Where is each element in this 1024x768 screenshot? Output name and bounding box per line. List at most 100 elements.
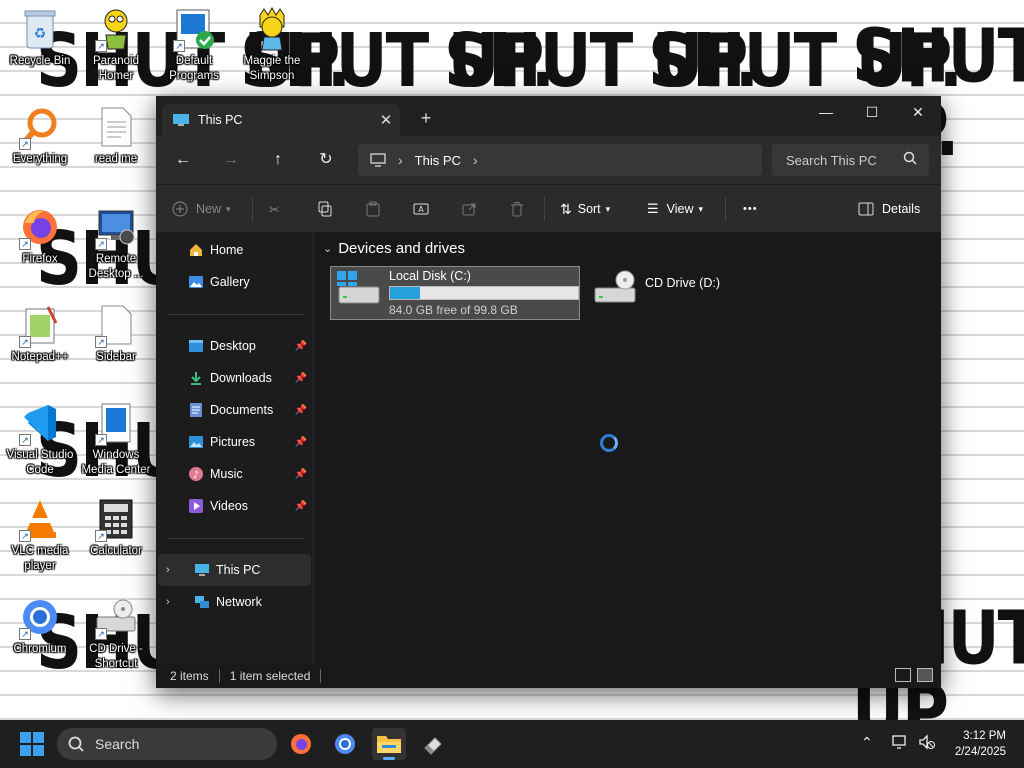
maximize-button[interactable]: ☐ (849, 100, 895, 128)
forward-button[interactable]: → (216, 148, 246, 172)
desktop-icon-label: Notepad++ (11, 351, 69, 363)
drive-item-d[interactable]: CD Drive (D:) (587, 266, 767, 320)
drive-item-c[interactable]: Local Disk (C:) 84.0 GB free of 99.8 GB (330, 266, 580, 320)
file-list-pane[interactable]: ⌄ Devices and drives Local Disk (C:) 84.… (315, 232, 941, 664)
desktop-icon-everything[interactable]: ↗ Everything (0, 104, 80, 167)
windows-logo-icon (33, 732, 44, 743)
sidebar-item-label: Gallery (210, 275, 250, 289)
up-button[interactable]: ↑ (263, 148, 293, 172)
desktop-icon-chromium[interactable]: ↗ Chromium (0, 594, 80, 657)
start-button[interactable] (20, 732, 44, 756)
pin-icon: 📌 (294, 468, 307, 480)
taskbar-chromium[interactable] (328, 728, 362, 760)
more-options-button[interactable]: ••• (743, 197, 758, 221)
close-window-button[interactable]: ✕ (895, 100, 941, 128)
file-explorer-window[interactable]: This PC ✕ + — ☐ ✕ ← → ↑ ↻ › This PC › Se… (156, 96, 941, 688)
shortcut-arrow-icon: ↗ (95, 238, 107, 250)
details-pane-button[interactable]: Details (858, 197, 920, 221)
details-view-icon[interactable] (895, 668, 911, 682)
default-programs-icon: ↗ (171, 6, 217, 52)
view-button[interactable]: ☰ View ▾ (647, 197, 703, 221)
cut-button[interactable]: ✂ (269, 197, 279, 221)
shortcut-arrow-icon: ↗ (95, 336, 107, 348)
desktop-icon-paranoid-homer[interactable]: ↗ Paranoid Homer (76, 6, 156, 84)
desktop-icon-default-programs[interactable]: ↗ Default Programs (154, 6, 234, 84)
desktop-icon-label: Chromium (13, 643, 67, 655)
vlc-icon: ↗ (17, 496, 63, 542)
breadcrumb-this-pc[interactable]: This PC (415, 153, 461, 168)
desktop-icon-label: Calculator (90, 545, 142, 557)
desktop-icon-maggie[interactable]: Maggie the Simpson (232, 6, 312, 84)
desktop-icon-notepadpp[interactable]: ↗ Notepad++ (0, 302, 80, 365)
firefox-icon (291, 734, 311, 754)
details-pane-icon (858, 202, 874, 216)
volume-muted-icon[interactable] (918, 734, 936, 753)
sidebar-item-label: Pictures (210, 435, 256, 449)
minimize-button[interactable]: — (803, 100, 849, 128)
rename-icon: A (413, 203, 429, 215)
sort-button[interactable]: ⇅ Sort ▾ (560, 197, 610, 221)
refresh-button[interactable]: ↻ (311, 148, 341, 172)
desktop-icon-sidebar[interactable]: ↗ Sidebar (76, 302, 156, 365)
chevron-right-icon[interactable]: › (166, 564, 180, 576)
address-bar[interactable]: › This PC › (358, 144, 762, 176)
desktop-icon-vscode[interactable]: ↗ Visual Studio Code (0, 400, 80, 478)
copy-icon (318, 201, 332, 217)
documents-icon (188, 402, 204, 418)
status-divider (218, 669, 220, 683)
desktop-icon-cd-drive-shortcut[interactable]: ↗ CD Drive - Shortcut (76, 594, 156, 672)
taskbar-search[interactable]: Search (57, 728, 277, 760)
sidebar-item-pictures[interactable]: Pictures 📌 (158, 426, 311, 458)
sidebar-item-this-pc[interactable]: › This PC (158, 554, 311, 586)
desktop-icon-firefox[interactable]: ↗ Firefox (0, 204, 80, 267)
chevron-right-icon[interactable]: › (473, 152, 478, 168)
desktop-icon-label: Maggie the Simpson (243, 55, 301, 82)
system-clock[interactable]: 3:12 PM 2/24/2025 (942, 728, 1006, 760)
sidebar-item-gallery[interactable]: Gallery (158, 266, 311, 298)
desktop-icon-label: Firefox (22, 253, 58, 265)
svg-text:♻: ♻ (34, 26, 47, 42)
monitor-icon (370, 153, 386, 167)
desktop-icon-media-center[interactable]: ↗ Windows Media Center (76, 400, 156, 478)
search-box[interactable]: Search This PC (772, 144, 929, 176)
taskbar-firefox[interactable] (284, 728, 318, 760)
sort-icon: ⇅ (560, 200, 572, 217)
sidebar-item-network[interactable]: › Network (158, 586, 311, 618)
sidebar-divider (168, 314, 304, 315)
rename-button[interactable]: A (413, 197, 431, 221)
title-bar[interactable]: This PC ✕ + — ☐ ✕ (156, 96, 941, 136)
taskbar-file-explorer[interactable] (372, 728, 406, 760)
sidebar-item-home[interactable]: Home (158, 234, 311, 266)
search-icon (68, 736, 84, 752)
shortcut-arrow-icon: ↗ (19, 238, 31, 250)
sidebar-item-documents[interactable]: Documents 📌 (158, 394, 311, 426)
paste-button[interactable] (365, 197, 381, 221)
close-tab-button[interactable]: ✕ (372, 111, 400, 129)
back-button[interactable]: ← (168, 148, 198, 172)
new-tab-button[interactable]: + (414, 108, 438, 129)
desktop-icon-vlc[interactable]: ↗ VLC media player (0, 496, 80, 574)
desktop-icon-read-me[interactable]: read me (76, 104, 156, 167)
sidebar-item-label: Videos (210, 499, 248, 513)
desktop-icon-calculator[interactable]: ↗ Calculator (76, 496, 156, 559)
copy-button[interactable] (317, 197, 333, 221)
view-toggle (895, 668, 933, 682)
new-button[interactable]: New ▾ (172, 197, 231, 221)
share-button[interactable] (461, 197, 477, 221)
chevron-right-icon[interactable]: › (166, 596, 180, 608)
desktop-icon-recycle-bin[interactable]: ♻ Recycle Bin (0, 6, 80, 69)
shortcut-arrow-icon: ↗ (19, 628, 31, 640)
tiles-view-icon[interactable] (917, 668, 933, 682)
sidebar-item-videos[interactable]: Videos 📌 (158, 490, 311, 522)
network-status-icon[interactable] (892, 734, 910, 753)
taskbar-eraser-app[interactable] (416, 728, 450, 760)
desktop-icon-remote-desktop[interactable]: ↗ Remote Desktop ... (76, 204, 156, 282)
sidebar-item-label: Network (216, 595, 262, 609)
tab-this-pc[interactable]: This PC ✕ (162, 104, 400, 136)
sidebar-item-music[interactable]: ♪ Music 📌 (158, 458, 311, 490)
sidebar-item-desktop[interactable]: Desktop 📌 (158, 330, 311, 362)
sidebar-item-downloads[interactable]: Downloads 📌 (158, 362, 311, 394)
chevron-up-icon[interactable]: ⌃ (861, 734, 873, 751)
group-header-devices[interactable]: ⌄ Devices and drives (323, 240, 465, 257)
delete-button[interactable] (509, 197, 525, 221)
